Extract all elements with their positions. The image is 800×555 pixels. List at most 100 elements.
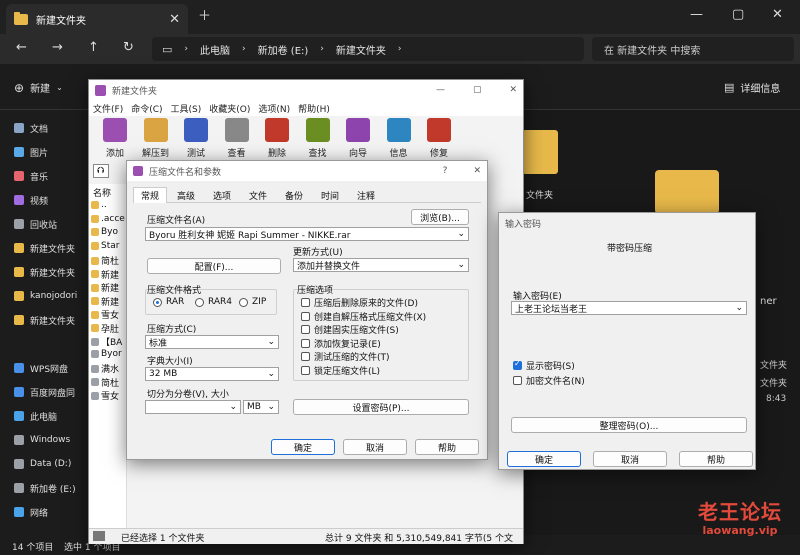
address-bar[interactable]: ▭ › 此电脑 › 新加卷 (E:) › 新建文件夹 › xyxy=(152,37,584,61)
split-unit-select[interactable]: MB ⌄ xyxy=(243,400,279,414)
archive-option-checkbox[interactable]: 添加恢复记录(E) xyxy=(301,337,381,350)
help-icon[interactable]: ? xyxy=(443,166,448,176)
archive-option-checkbox[interactable]: 锁定压缩文件(L) xyxy=(301,364,380,377)
menu-item[interactable]: 收藏夹(O) xyxy=(209,102,250,115)
set-password-button[interactable]: 设置密码(P)... xyxy=(293,399,469,415)
window-close-icon[interactable]: ✕ xyxy=(772,8,783,21)
sidebar-item[interactable]: 百度网盘同 xyxy=(0,382,92,402)
sidebar-item[interactable]: 网络 xyxy=(0,502,92,522)
sidebar-item[interactable]: 回收站 xyxy=(0,214,92,234)
maximize-icon[interactable]: ▢ xyxy=(473,85,482,95)
minimize-icon[interactable]: — xyxy=(436,85,445,95)
help-button[interactable]: 帮助 xyxy=(415,439,479,455)
minimize-icon[interactable]: — xyxy=(690,8,703,21)
archive-name-field[interactable]: Byoru 胜利女神 妮姬 Rapi Summer - NIKKE.rar ⌄ xyxy=(145,227,469,241)
file-row[interactable]: Star xyxy=(91,241,119,251)
forward-icon[interactable]: → xyxy=(52,41,63,54)
file-row[interactable]: 雪女 xyxy=(91,389,119,402)
archive-option-checkbox[interactable]: 创建固实压缩文件(S) xyxy=(301,323,399,336)
toolbar-button[interactable]: 修复 xyxy=(419,116,459,162)
sidebar-item[interactable]: 此电脑 xyxy=(0,406,92,426)
split-volume-input[interactable]: ⌄ xyxy=(145,400,241,414)
dialog-tab[interactable]: 注释 xyxy=(349,187,383,203)
radio-icon[interactable] xyxy=(239,297,248,307)
dialog-tab[interactable]: 文件 xyxy=(241,187,275,203)
menu-item[interactable]: 帮助(H) xyxy=(298,102,330,115)
toolbar-button[interactable]: 查看 xyxy=(217,116,257,162)
sidebar-item[interactable]: 新建文件夹 xyxy=(0,238,92,258)
checkbox-icon[interactable] xyxy=(301,311,310,321)
toolbar-button[interactable]: 删除 xyxy=(257,116,297,162)
details-button[interactable]: ▤ 详细信息 xyxy=(724,80,780,95)
breadcrumb-item[interactable]: 新加卷 (E:) xyxy=(258,42,309,57)
archive-option-checkbox[interactable]: 压缩后删除原来的文件(D) xyxy=(301,296,418,309)
checkbox-icon[interactable] xyxy=(301,325,310,334)
organize-passwords-button[interactable]: 整理密码(O)... xyxy=(511,417,747,433)
show-password-checkbox[interactable]: 显示密码(S) xyxy=(513,359,575,372)
sidebar-item[interactable]: 文档 xyxy=(0,118,92,138)
compression-method-select[interactable]: 标准 ⌄ xyxy=(145,335,279,349)
sidebar-item[interactable]: Data (D:) xyxy=(0,454,92,474)
sidebar-item[interactable]: 新加卷 (E:) xyxy=(0,478,92,498)
sidebar-item[interactable]: 视频 xyxy=(0,190,92,210)
breadcrumb-item[interactable]: 新建文件夹 xyxy=(336,42,386,57)
sidebar-item[interactable]: 新建文件夹 xyxy=(0,310,92,330)
dictionary-size-select[interactable]: 32 MB ⌄ xyxy=(145,367,279,381)
file-row[interactable]: .acce xyxy=(91,214,125,224)
format-radio[interactable]: RAR xyxy=(153,297,184,307)
format-radio[interactable]: RAR4 xyxy=(195,297,232,307)
cancel-button[interactable]: 取消 xyxy=(343,439,407,455)
checkbox-icon[interactable] xyxy=(301,365,310,375)
toolbar-button[interactable]: 解压到 xyxy=(136,116,176,162)
maximize-icon[interactable]: ▢ xyxy=(732,8,744,21)
chevron-down-icon[interactable]: ⌄ xyxy=(229,402,237,412)
update-mode-select[interactable]: 添加并替换文件 ⌄ xyxy=(293,258,469,272)
help-button[interactable]: 帮助 xyxy=(679,451,753,467)
dialog-tab[interactable]: 选项 xyxy=(205,187,239,203)
checkbox-icon[interactable] xyxy=(301,338,310,348)
chevron-down-icon[interactable]: ⌄ xyxy=(457,229,465,239)
checkbox-icon[interactable] xyxy=(301,352,310,361)
file-row[interactable]: 新建 xyxy=(91,295,119,308)
browse-button[interactable]: 浏览(B)... xyxy=(411,209,469,225)
encrypt-filenames-checkbox[interactable]: 加密文件名(N) xyxy=(513,374,585,387)
back-icon[interactable]: ← xyxy=(16,41,27,54)
new-tab-icon[interactable]: ＋ xyxy=(198,10,211,23)
file-row[interactable]: .. xyxy=(91,200,107,210)
toolbar-button[interactable]: 信息 xyxy=(379,116,419,162)
file-row[interactable]: 满水 xyxy=(91,362,119,375)
file-row[interactable]: Byo xyxy=(91,227,118,237)
sidebar-item[interactable]: 音乐 xyxy=(0,166,92,186)
ok-button[interactable]: 确定 xyxy=(507,451,581,467)
search-input[interactable]: 在 新建文件夹 中搜索 xyxy=(592,37,794,61)
chevron-down-icon[interactable]: ⌄ xyxy=(735,303,743,313)
menu-item[interactable]: 文件(F) xyxy=(93,102,123,115)
sidebar-item[interactable]: Windows xyxy=(0,430,92,450)
up-icon[interactable]: ↑ xyxy=(88,41,99,54)
file-row[interactable]: 雪女 xyxy=(91,308,119,321)
dialog-tab[interactable]: 高级 xyxy=(169,187,203,203)
file-row[interactable]: 孕肚 xyxy=(91,322,119,335)
close-icon[interactable]: ✕ xyxy=(169,13,180,26)
checkbox-icon[interactable] xyxy=(513,376,522,385)
archive-option-checkbox[interactable]: 测试压缩的文件(T) xyxy=(301,350,390,363)
archive-option-checkbox[interactable]: 创建自解压格式压缩文件(X) xyxy=(301,310,426,323)
ok-button[interactable]: 确定 xyxy=(271,439,335,455)
toolbar-button[interactable]: 测试 xyxy=(176,116,216,162)
cancel-button[interactable]: 取消 xyxy=(593,451,667,467)
radio-icon[interactable] xyxy=(153,297,162,307)
sidebar-item[interactable]: 图片 xyxy=(0,142,92,162)
sidebar-item[interactable]: WPS网盘 xyxy=(0,358,92,378)
sidebar-item[interactable]: 新建文件夹 xyxy=(0,262,92,282)
up-folder-icon[interactable]: ⮉ xyxy=(93,164,109,178)
format-radio[interactable]: ZIP xyxy=(239,297,266,307)
menu-item[interactable]: 选项(N) xyxy=(258,102,290,115)
checkbox-icon[interactable] xyxy=(301,298,310,307)
profiles-button[interactable]: 配置(F)... xyxy=(147,258,281,274)
file-row[interactable]: 【BA xyxy=(91,335,122,348)
password-input[interactable]: 上老王论坛当老王 ⌄ xyxy=(511,301,747,315)
checkbox-checked-icon[interactable] xyxy=(513,359,522,370)
file-row[interactable]: 简杜 xyxy=(91,376,119,389)
sidebar-item[interactable]: kanojodori xyxy=(0,286,92,306)
folder-thumbnail[interactable] xyxy=(522,130,558,174)
